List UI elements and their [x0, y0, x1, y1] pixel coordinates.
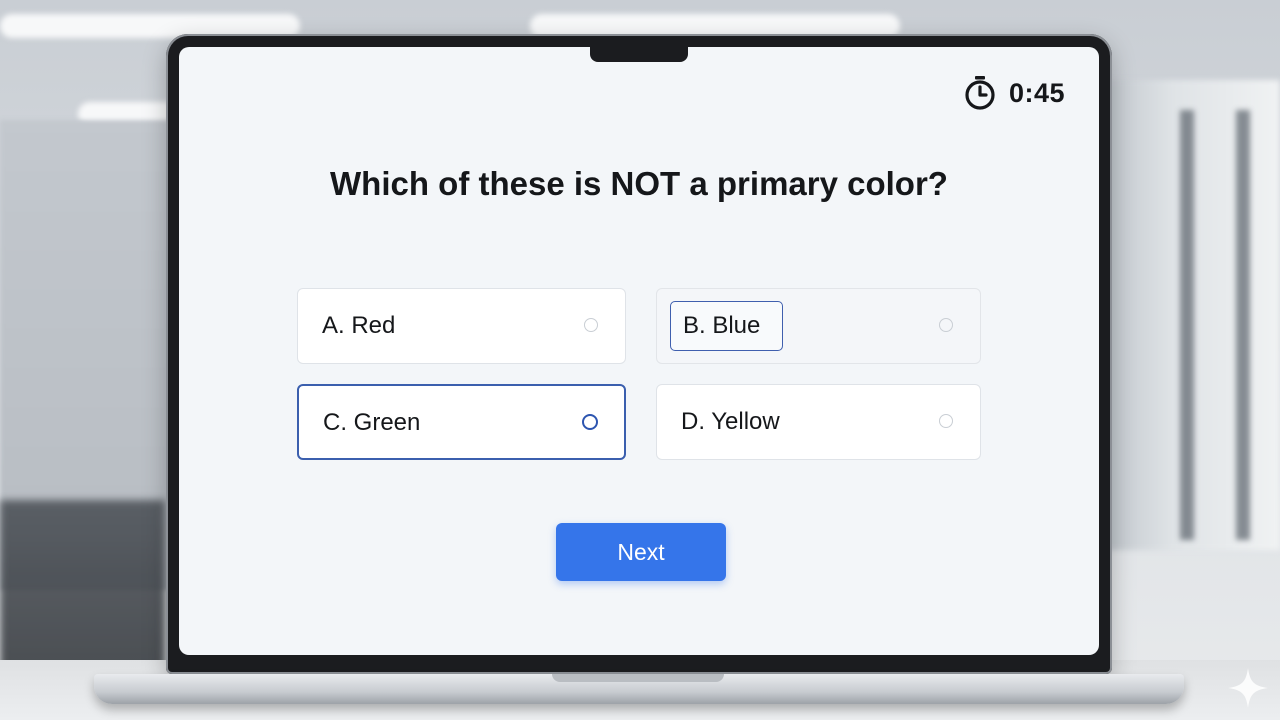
window-frame: [1236, 110, 1250, 540]
sparkle-icon: [1228, 668, 1268, 708]
next-button[interactable]: Next: [556, 523, 726, 581]
window-frame: [1180, 110, 1194, 540]
option-b-radio[interactable]: [939, 318, 953, 332]
stopwatch-icon: [965, 76, 995, 110]
timer: 0:45: [963, 75, 1065, 111]
option-d-label: D. Yellow: [681, 408, 780, 435]
option-c-label: C. Green: [323, 409, 421, 436]
option-b-label: B. Blue: [670, 301, 784, 351]
laptop-base: [94, 674, 1184, 704]
option-d[interactable]: D. Yellow: [656, 384, 981, 460]
option-a-label: A. Red: [322, 312, 396, 339]
option-c-radio[interactable]: [582, 414, 598, 430]
option-d-radio[interactable]: [939, 414, 953, 428]
option-c[interactable]: C. Green: [297, 384, 626, 460]
camera-notch: [590, 47, 688, 62]
quiz-screen: 0:45 Which of these is NOT a primary col…: [179, 47, 1099, 655]
background-desk: [0, 500, 165, 680]
option-a[interactable]: A. Red: [297, 288, 626, 364]
option-a-radio[interactable]: [584, 318, 598, 332]
timer-value: 0:45: [1008, 77, 1065, 108]
question-text: Which of these is NOT a primary color?: [330, 165, 948, 202]
option-b[interactable]: B. Blue: [656, 288, 981, 364]
base-groove: [552, 674, 724, 682]
